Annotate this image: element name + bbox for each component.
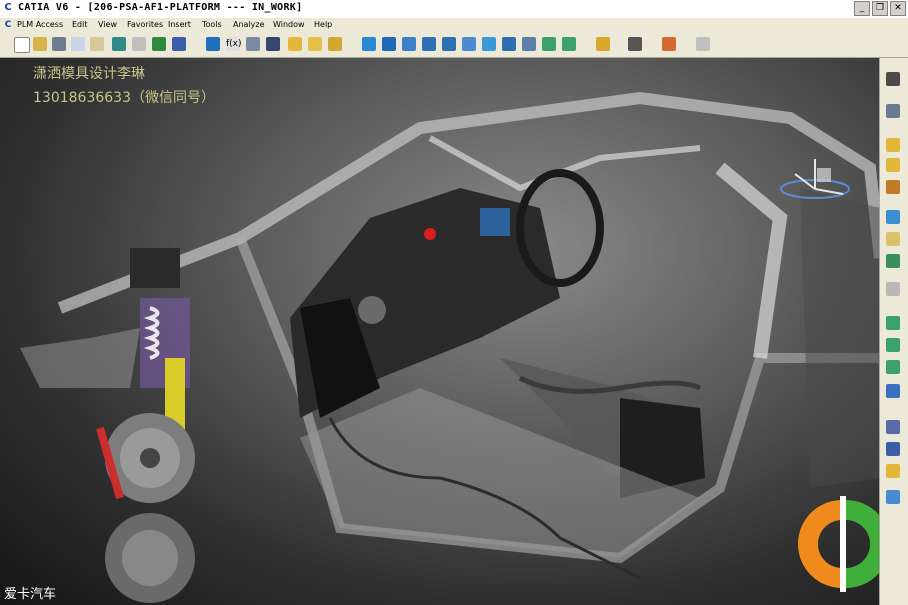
fit-all-icon[interactable] [362,37,376,51]
zoom-in-icon[interactable] [422,37,436,51]
menu-favorites[interactable]: Favorites [127,20,163,29]
overlay-author-text: 潇洒模具设计李琳 [33,66,145,82]
pan-icon[interactable] [382,37,396,51]
menu-help[interactable]: Help [314,20,332,29]
compass-icon[interactable] [775,154,860,204]
swap-space-icon[interactable] [562,37,576,51]
minimize-button[interactable]: _ [854,1,870,16]
insert-icon[interactable] [886,210,900,224]
title-bar: C CATIA V6 - [206-PSA-AF1-PLATFORM --- I… [0,0,908,19]
rotate-icon[interactable] [402,37,416,51]
menu-bar: C PLM Access Edit View Favorites Insert … [0,18,908,32]
scene-icon[interactable] [886,490,900,504]
window-title: CATIA V6 - [206-PSA-AF1-PLATFORM --- IN_… [18,2,303,13]
explode-icon[interactable] [886,360,900,374]
formula-icon[interactable]: f(x) [226,37,242,51]
menu-window[interactable]: Window [273,20,305,29]
menu-tools[interactable]: Tools [202,20,222,29]
table-icon[interactable] [266,37,280,51]
car-model-render [20,91,880,603]
fly-icon[interactable] [288,37,302,51]
menu-analyze[interactable]: Analyze [233,20,265,29]
menu-insert[interactable]: Insert [168,20,191,29]
analysis-icon[interactable] [886,420,900,434]
3d-viewport[interactable] [0,58,880,605]
constraint-icon[interactable] [886,254,900,268]
clash-icon[interactable] [886,384,900,398]
component-icon[interactable] [886,180,900,194]
overlay-contact-text: 13018636633（微信同号） [33,90,215,106]
new-icon[interactable] [14,37,30,53]
product-icon[interactable] [886,104,900,118]
lock-icon[interactable] [308,37,322,51]
catia-app-icon[interactable]: C [2,2,14,14]
print-icon[interactable] [33,37,47,51]
part-icon[interactable] [886,158,900,172]
undo-icon[interactable] [112,37,126,51]
spec-tree-icon[interactable] [886,72,900,86]
multi-view-icon[interactable] [482,37,496,51]
shading-icon[interactable] [522,37,536,51]
right-toolbar [879,58,908,605]
manipulate-icon[interactable] [886,338,900,352]
measure-icon[interactable] [328,37,342,51]
tools-palette-icon[interactable] [662,37,676,51]
move-icon[interactable] [886,316,900,330]
normal-view-icon[interactable] [462,37,476,51]
menu-app-icon[interactable]: C [2,19,14,31]
restore-button[interactable]: ❐ [872,1,888,16]
menu-edit[interactable]: Edit [72,20,88,29]
cut-icon[interactable] [52,37,66,51]
zoom-out-icon[interactable] [442,37,456,51]
hide-show-icon[interactable] [542,37,556,51]
watermark-text: 爱卡汽车 [4,587,57,602]
iso-view-icon[interactable] [502,37,516,51]
redo-icon[interactable] [132,37,146,51]
comment-icon[interactable] [246,37,260,51]
copy-icon[interactable] [71,37,85,51]
refresh-icon[interactable] [696,37,710,51]
main-toolbar: f(x) [0,32,908,58]
annotation-icon[interactable] [886,464,900,478]
paste-icon[interactable] [90,37,104,51]
replace-icon[interactable] [886,232,900,246]
capture-icon[interactable] [628,37,642,51]
menu-plm-access[interactable]: PLM Access [17,20,63,29]
close-button[interactable]: ✕ [890,1,906,16]
select-icon[interactable] [886,138,900,152]
section-icon[interactable] [886,442,900,456]
whats-this-icon[interactable] [172,37,186,51]
update-icon[interactable] [152,37,166,51]
knowledge-icon[interactable] [206,37,220,51]
snap-icon[interactable] [886,282,900,296]
menu-view[interactable]: View [98,20,117,29]
catalog-icon[interactable] [596,37,610,51]
window-controls: _ ❐ ✕ [854,1,906,16]
